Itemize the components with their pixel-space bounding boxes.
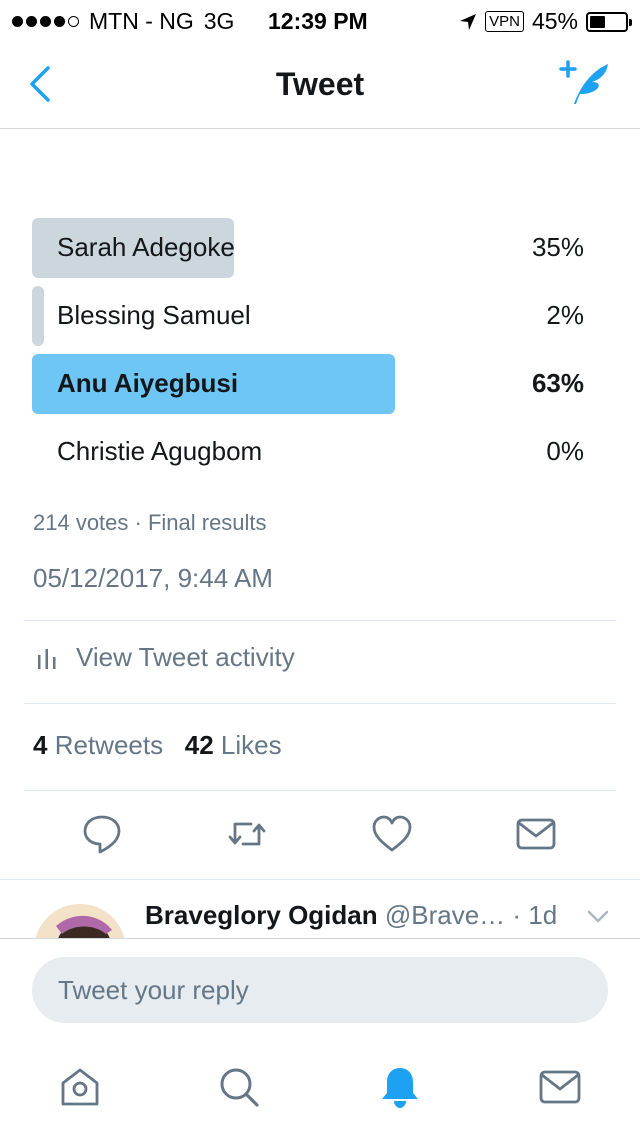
messages-icon [539,1070,581,1104]
status-time: 12:39 PM [268,8,368,34]
tab-home[interactable] [56,1063,104,1111]
tab-notifications[interactable] [376,1063,424,1111]
retweet-button[interactable] [225,812,269,856]
poll-option-blessing-samuel: Blessing Samuel 2% [32,286,584,346]
retweet-icon [228,822,266,846]
poll-option-label: Sarah Adegoke [57,232,235,262]
divider [24,703,616,704]
like-button[interactable] [370,812,414,856]
direct-message-button[interactable] [514,812,558,856]
page-title: Tweet [275,66,365,102]
status-bar: MTN - NG 3G 12:39 PM VPN 45% [0,0,640,40]
poll-meta: 214 votes · Final results [33,510,267,535]
search-icon [220,1068,259,1107]
carrier-name: MTN - NG [89,8,194,34]
poll-option-percent: 2% [546,300,584,330]
reply-button[interactable] [80,812,124,856]
like-icon [372,815,412,852]
likes-count: 42 [184,730,214,760]
retweets-label: Retweets [54,730,164,760]
divider [0,879,640,880]
reply-icon [83,815,121,854]
status-left: MTN - NG 3G [12,8,234,35]
location-arrow-icon [460,13,477,30]
poll-option-percent: 63% [531,368,584,398]
home-icon [61,1068,99,1106]
poll-option-anu-aiyegbusi: Anu Aiyegbusi 63% [32,354,584,414]
bar-chart-icon [38,648,56,669]
view-tweet-activity-link[interactable]: View Tweet activity [36,642,295,673]
poll-option-percent: 0% [546,436,584,466]
likes-stat[interactable]: 42 Likes [185,730,282,760]
reply-time: · 1d [512,900,558,930]
navigation-bar: Tweet [0,40,640,129]
poll-result-bar [32,286,44,346]
poll-option-christie-agugbom: Christie Agugbom 0% [32,422,584,482]
poll-option-label: Christie Agugbom [57,436,263,466]
battery-icon [586,11,632,32]
poll-option-percent: 35% [531,232,584,262]
chevron-down-icon[interactable] [586,908,610,924]
retweets-stat[interactable]: 4 Retweets [33,730,163,760]
tweet-timestamp: 05/12/2017, 9:44 AM [33,563,273,593]
activity-label: View Tweet activity [76,642,295,672]
vpn-badge: VPN [485,11,524,32]
reply-composer: Tweet your reply [0,938,640,1137]
reply-author-handle: @Brave… [384,900,506,930]
direct-message-icon [516,818,556,850]
battery-percent: 45% [531,8,578,34]
tab-search[interactable] [215,1063,263,1111]
tweet-stats: 4 Retweets 42 Likes [33,730,282,761]
poll-option-sarah-adegoke: Sarah Adegoke 35% [32,218,584,278]
poll-option-label: Blessing Samuel [57,300,251,330]
reply-author-name[interactable]: Braveglory Ogidan [145,900,378,930]
likes-label: Likes [220,730,282,760]
retweets-count: 4 [33,730,48,760]
divider [24,620,616,621]
poll-option-label: Anu Aiyegbusi [57,368,239,398]
status-right: VPN 45% [459,8,632,35]
network-type: 3G [203,8,235,34]
signal-strength-icon [12,16,79,27]
compose-tweet-icon [559,60,608,104]
tab-messages[interactable] [536,1063,584,1111]
divider [24,790,616,791]
reply-input[interactable]: Tweet your reply [32,957,608,1023]
reply-header: Braveglory Ogidan @Brave… · 1d [145,900,557,931]
compose-tweet-button[interactable] [558,58,614,108]
notifications-icon [382,1068,418,1108]
